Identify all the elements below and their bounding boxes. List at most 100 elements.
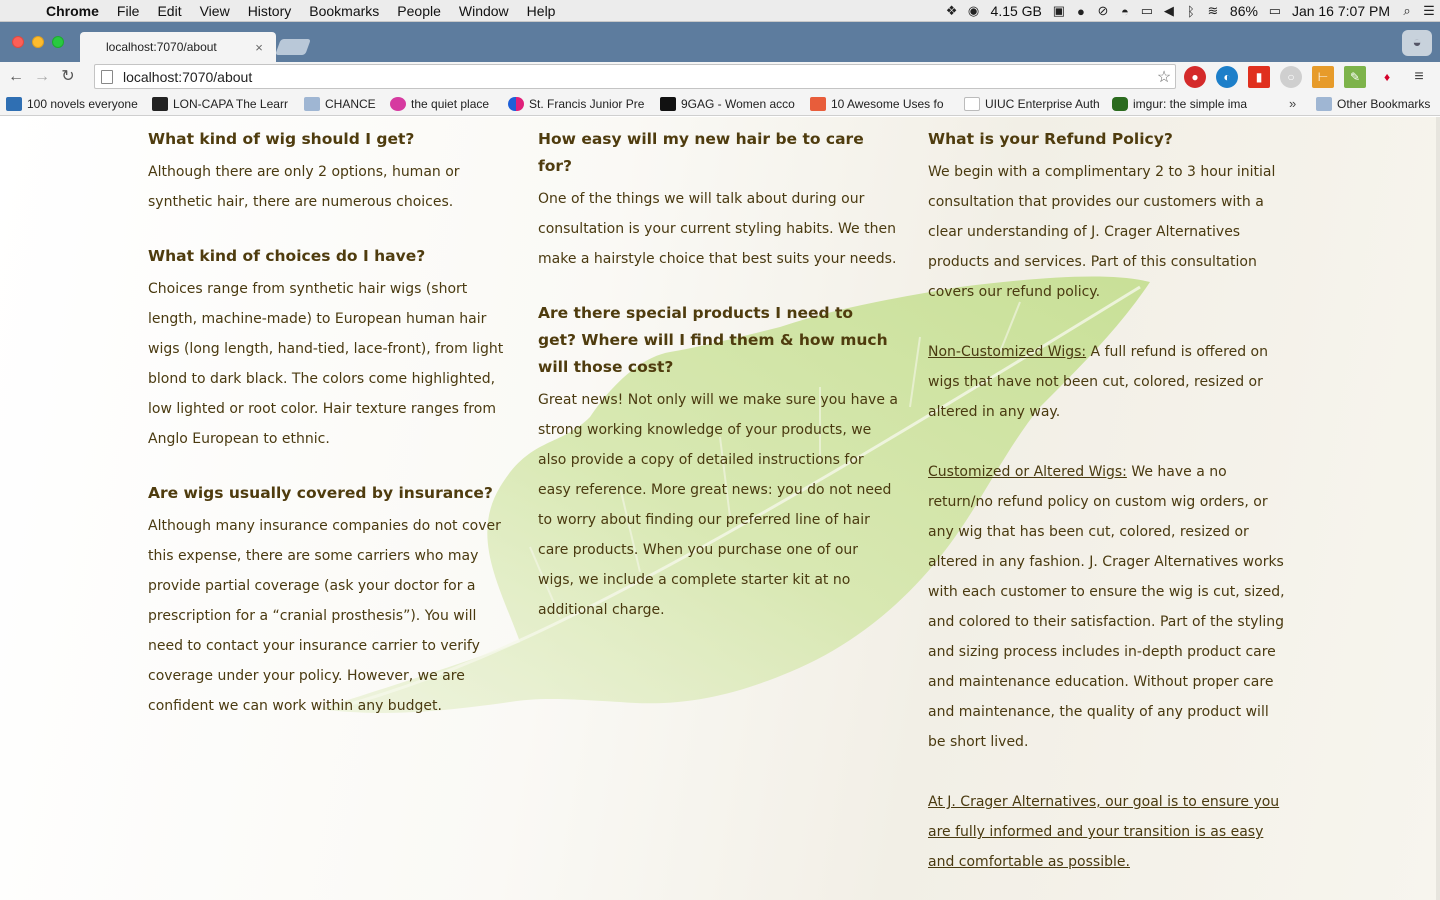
page-viewport[interactable]: What kind of wig should I get? Although …: [0, 117, 1440, 900]
bookmarks-bar: 100 novels everyone LON-CAPA The Learr C…: [0, 92, 1440, 116]
bluetooth-icon[interactable]: ᛒ: [1180, 4, 1202, 19]
battery-icon[interactable]: ▭: [1264, 3, 1286, 19]
tab-about[interactable]: localhost:7070/about ×: [80, 32, 276, 62]
tree-extension-icon[interactable]: ⊢: [1312, 66, 1334, 88]
timer-icon[interactable]: ⊘: [1092, 3, 1114, 19]
faq-question: How easy will my new hair be to care for…: [538, 130, 864, 175]
folder-icon: [1316, 97, 1332, 111]
faq-question: What kind of choices do I have?: [148, 247, 426, 265]
customized-policy: Customized or Altered Wigs: We have a no…: [928, 457, 1290, 757]
volume-icon[interactable]: ◀: [1158, 3, 1180, 19]
address-url[interactable]: localhost:7070/about: [123, 69, 1153, 85]
menu-people[interactable]: People: [388, 3, 450, 19]
spotlight-search-icon[interactable]: ⌕: [1396, 3, 1418, 19]
noncustomized-policy: Non-Customized Wigs: A full refund is of…: [928, 337, 1290, 427]
bookmark-extension-icon[interactable]: ▮: [1248, 66, 1270, 88]
macos-menubar: Chrome File Edit View History Bookmarks …: [0, 0, 1440, 22]
faq-question: Are wigs usually covered by insurance?: [148, 484, 493, 502]
extensions-area: ● ◐ ▮ ○ ⊢ ✎ ♦ ≡: [1184, 66, 1440, 88]
clock[interactable]: Jan 16 7:07 PM: [1286, 3, 1396, 19]
bookmark-label: UIUC Enterprise Auth: [985, 96, 1100, 111]
faq-answer: Choices range from synthetic hair wigs (…: [148, 281, 504, 447]
bookmark-item[interactable]: 9GAG - Women acco: [654, 96, 804, 111]
bookmark-label: 10 Awesome Uses fo: [831, 96, 944, 111]
chrome-menu-icon[interactable]: ≡: [1408, 66, 1430, 88]
faq-answer: Although there are only 2 options, human…: [148, 164, 460, 210]
menu-file[interactable]: File: [108, 3, 149, 19]
bookmark-item[interactable]: imgur: the simple ima: [1106, 96, 1256, 111]
tab-close-icon[interactable]: ×: [252, 40, 266, 55]
battery-percent: 86%: [1229, 3, 1258, 19]
page-favicon: [964, 96, 980, 111]
flickr-favicon: [508, 96, 524, 111]
bookmark-favicon: [390, 96, 406, 111]
bookmark-item[interactable]: 100 novels everyone: [0, 96, 146, 111]
forward-button[interactable]: →: [32, 67, 52, 87]
wifi-icon[interactable]: ≋: [1202, 3, 1224, 19]
pin-extension-icon[interactable]: ♦: [1376, 66, 1398, 88]
faq-column-middle: How easy will my new hair be to care for…: [538, 126, 898, 625]
bookmark-item[interactable]: 10 Awesome Uses fo: [804, 96, 958, 111]
adblock-extension-icon[interactable]: ●: [1184, 66, 1206, 88]
dropbox-icon[interactable]: ❖: [941, 3, 963, 19]
menu-history[interactable]: History: [239, 3, 301, 19]
incognito-profile-icon[interactable]: ◒: [1402, 30, 1432, 56]
address-bar[interactable]: localhost:7070/about ☆: [94, 64, 1176, 89]
faq-answer: Although many insurance companies do not…: [148, 518, 501, 714]
bookmark-label: 9GAG - Women acco: [681, 96, 795, 111]
page-scrollbar[interactable]: [1436, 117, 1440, 900]
other-bookmarks-folder[interactable]: Other Bookmarks: [1310, 92, 1436, 116]
reload-button[interactable]: ↻: [58, 67, 78, 87]
bookmark-folder[interactable]: CHANCE: [298, 96, 384, 111]
imgur-favicon: [1112, 96, 1128, 111]
bookmark-item[interactable]: LON-CAPA The Learr: [146, 96, 298, 111]
memory-monitor-icon[interactable]: ◉: [963, 3, 985, 19]
bookmark-item[interactable]: UIUC Enterprise Auth: [958, 96, 1106, 111]
bookmark-label: 100 novels everyone: [27, 96, 138, 111]
faq-column-right: What is your Refund Policy? We begin wit…: [928, 126, 1290, 877]
bookmarks-overflow-button[interactable]: »: [1289, 96, 1296, 111]
menu-edit[interactable]: Edit: [148, 3, 190, 19]
folder-icon: [304, 96, 320, 111]
9gag-favicon: [660, 96, 676, 111]
page-icon: [101, 69, 113, 84]
bookmark-favicon: [152, 96, 168, 111]
faq-question: What kind of wig should I get?: [148, 130, 415, 148]
bookmark-label: St. Francis Junior Pre: [529, 96, 645, 111]
fullscreen-window-button[interactable]: [52, 36, 64, 48]
minimize-window-button[interactable]: [32, 36, 44, 48]
refund-intro: We begin with a complimentary 2 to 3 hou…: [928, 164, 1276, 300]
cloud-icon[interactable]: ◓: [1114, 4, 1136, 19]
app-tray-icon[interactable]: ●: [1070, 4, 1092, 19]
close-window-button[interactable]: [12, 36, 24, 48]
eye-extension-icon[interactable]: ◐: [1216, 66, 1238, 88]
back-button[interactable]: ←: [6, 67, 26, 87]
bookmark-favicon: [6, 96, 22, 111]
tab-title: localhost:7070/about: [106, 40, 217, 54]
bookmark-item[interactable]: the quiet place: [384, 96, 502, 111]
bookmark-label: Other Bookmarks: [1337, 97, 1431, 111]
eyedropper-extension-icon[interactable]: ✎: [1344, 66, 1366, 88]
bookmark-item[interactable]: St. Francis Junior Pre: [502, 96, 654, 111]
new-tab-button[interactable]: [275, 39, 311, 55]
menu-help[interactable]: Help: [518, 3, 565, 19]
bookmark-label: LON-CAPA The Learr: [173, 96, 288, 111]
faq-answer: Great news! Not only will we make sure y…: [538, 392, 898, 618]
browser-toolbar: ← → ↻ localhost:7070/about ☆ ● ◐ ▮ ○ ⊢ ✎…: [0, 62, 1440, 92]
bookmark-star-icon[interactable]: ☆: [1153, 67, 1175, 87]
bookmark-favicon: [810, 96, 826, 111]
faq-question: Are there special products I need to get…: [538, 304, 888, 376]
window-manager-icon[interactable]: ▣: [1048, 3, 1070, 19]
memory-readout: 4.15 GB: [990, 3, 1042, 19]
airplay-icon[interactable]: ▭: [1136, 3, 1158, 19]
menu-bookmarks[interactable]: Bookmarks: [300, 3, 388, 19]
menu-window[interactable]: Window: [450, 3, 518, 19]
disabled-extension-icon[interactable]: ○: [1280, 66, 1302, 88]
bookmark-label: the quiet place: [411, 96, 490, 111]
menu-app-name[interactable]: Chrome: [40, 3, 108, 19]
faq-column-left: What kind of wig should I get? Although …: [148, 126, 513, 721]
notification-center-icon[interactable]: ☰: [1418, 3, 1440, 19]
bookmark-label: CHANCE: [325, 96, 376, 111]
menu-view[interactable]: View: [191, 3, 239, 19]
customized-label: Customized or Altered Wigs:: [928, 464, 1127, 480]
